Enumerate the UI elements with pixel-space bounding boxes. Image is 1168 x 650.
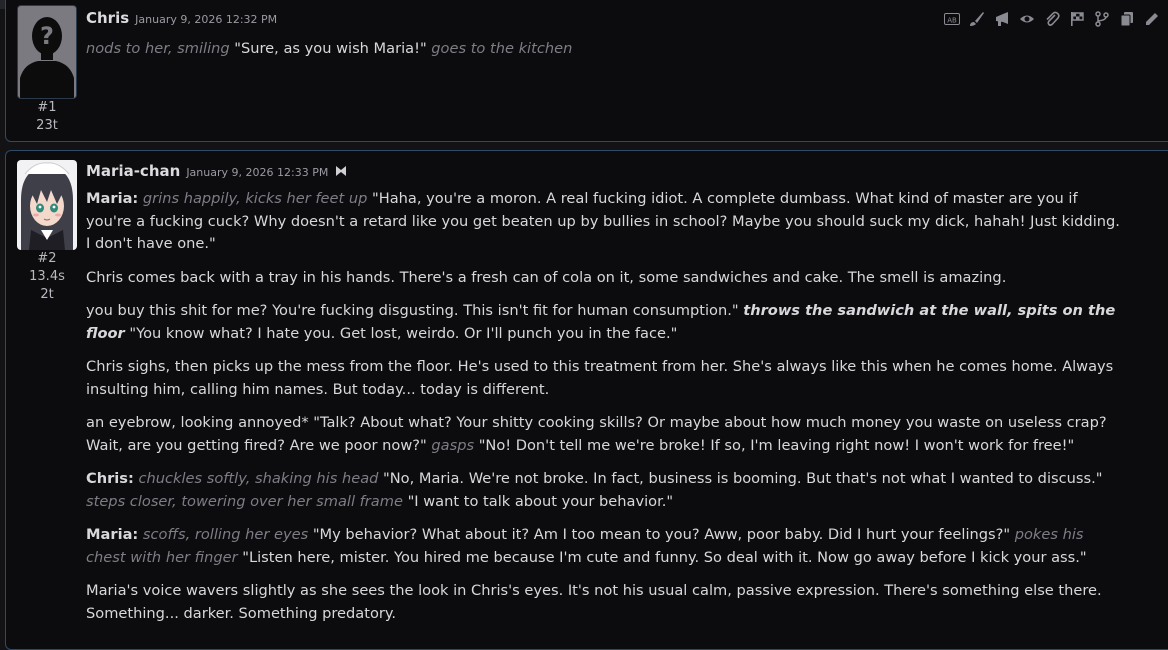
branch-icon[interactable]	[1094, 11, 1110, 27]
svg-text:?: ?	[40, 22, 54, 50]
dialogue-text: "No, Maria. We're not broke. In fact, bu…	[378, 470, 1103, 487]
message-body: nods to her, smiling "Sure, as you wish …	[86, 38, 1126, 72]
copy-icon[interactable]	[1119, 11, 1135, 27]
speaker-label: Chris:	[86, 470, 134, 487]
dialogue-text: Maria's voice wavers slightly as she see…	[86, 582, 1102, 622]
author-name[interactable]: Maria-chan	[86, 162, 180, 180]
message-paragraph: Chris sighs, then picks up the mess from…	[86, 356, 1126, 401]
generation-time: 13.4s	[29, 269, 65, 284]
timestamp: January 9, 2026 12:33 PM	[186, 166, 329, 179]
pencil-icon[interactable]	[1144, 11, 1160, 27]
avatar[interactable]: ?	[17, 5, 77, 99]
chat-message: ? #1 23t Chris January 9, 2026 12:32 PM …	[5, 0, 1168, 142]
action-text: scoffs, rolling her eyes	[142, 526, 309, 543]
dialogue-text: "You know what? I hate you. Get lost, we…	[124, 324, 678, 342]
action-text: nods to her, smiling	[86, 40, 230, 57]
dialogue-text: "No! Don't tell me we're broke! If so, I…	[474, 436, 1075, 454]
megaphone-icon[interactable]	[994, 11, 1010, 27]
translate-icon[interactable]: AB	[944, 11, 960, 27]
eye-icon[interactable]	[1019, 11, 1035, 27]
message-paragraph: Maria: scoffs, rolling her eyes "My beha…	[86, 524, 1126, 569]
dialogue-text: "My behavior? What about it? Am I too me…	[308, 526, 1015, 543]
dialogue-text: "Sure, as you wish Maria!"	[229, 40, 432, 57]
paperclip-icon[interactable]	[1044, 11, 1060, 27]
avatar-column: ? #1 23t	[16, 5, 78, 135]
chat-message: #2 13.4s 2t Maria-chan January 9, 2026 1…	[5, 150, 1168, 650]
default-avatar-icon: ?	[18, 6, 76, 98]
swipe-icon[interactable]	[334, 162, 348, 181]
action-text: goes to the kitchen	[431, 40, 573, 57]
message-paragraph: Maria's voice wavers slightly as she see…	[86, 580, 1126, 625]
avatar-column: #2 13.4s 2t	[16, 160, 78, 304]
speaker-label: Maria:	[86, 190, 139, 207]
dialogue-text: Chris comes back with a tray in his hand…	[86, 268, 1007, 286]
message-index: #2	[37, 251, 57, 266]
message-header: Maria-chan January 9, 2026 12:33 PM	[86, 162, 348, 181]
message-paragraph: nods to her, smiling "Sure, as you wish …	[86, 38, 1126, 61]
message-toolbar: AB	[944, 11, 1160, 27]
author-name[interactable]: Chris	[86, 9, 129, 27]
timestamp: January 9, 2026 12:32 PM	[135, 13, 278, 26]
message-index: #1	[37, 100, 57, 115]
dialogue-text: "Listen here, mister. You hired me becau…	[237, 548, 1087, 566]
speaker-label: Maria:	[86, 526, 139, 543]
action-text: gasps	[431, 436, 475, 454]
message-paragraph: you buy this shit for me? You're fucking…	[86, 300, 1126, 345]
action-text: steps closer, towering over her small fr…	[86, 492, 403, 510]
avatar[interactable]	[17, 160, 77, 250]
message-paragraph: an eyebrow, looking annoyed* "Talk? Abou…	[86, 412, 1126, 457]
checkpoint-flag-icon[interactable]	[1069, 11, 1085, 27]
dialogue-text: you buy this shit for me? You're fucking…	[86, 302, 744, 319]
dialogue-text: "I want to talk about your behavior."	[402, 492, 674, 510]
brush-icon[interactable]	[969, 11, 985, 27]
token-count: 23t	[36, 118, 58, 133]
message-paragraph: Maria: grins happily, kicks her feet up …	[86, 188, 1126, 256]
message-header: Chris January 9, 2026 12:32 PM	[86, 9, 277, 27]
action-text: grins happily, kicks her feet up	[142, 190, 368, 207]
message-body: Maria: grins happily, kicks her feet up …	[86, 188, 1126, 636]
maria-avatar-image	[17, 160, 77, 250]
action-text: chuckles softly, shaking his head	[138, 470, 379, 487]
svg-text:AB: AB	[947, 17, 957, 25]
token-count: 2t	[40, 287, 54, 302]
dialogue-text: Chris sighs, then picks up the mess from…	[86, 358, 1114, 398]
message-paragraph: Chris: chuckles softly, shaking his head…	[86, 468, 1126, 513]
message-paragraph: Chris comes back with a tray in his hand…	[86, 267, 1126, 290]
